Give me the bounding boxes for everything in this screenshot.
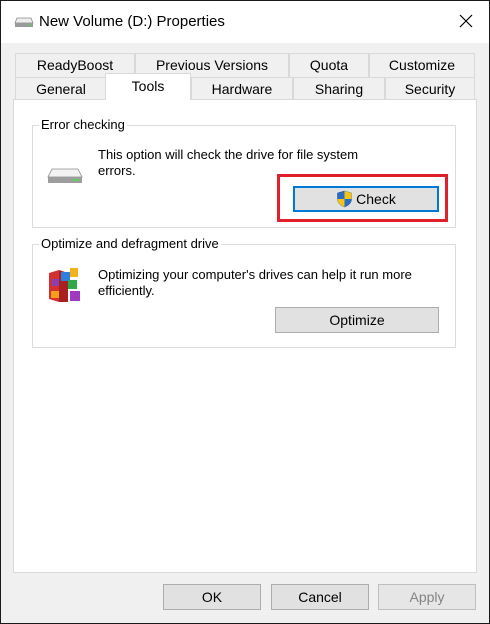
optimize-button[interactable]: Optimize: [275, 307, 439, 333]
optimize-group: Optimize and defragment drive Optimizing…: [32, 236, 456, 348]
drive-icon: [14, 15, 34, 29]
tab-security[interactable]: Security: [385, 77, 475, 99]
error-checking-description: This option will check the drive for fil…: [98, 147, 359, 178]
check-button[interactable]: Check: [293, 186, 439, 212]
check-button-label: Check: [356, 191, 396, 207]
tab-customize[interactable]: Customize: [369, 53, 475, 77]
properties-dialog: New Volume (D:) Properties ReadyBoost Pr…: [0, 0, 490, 624]
window-title: New Volume (D:) Properties: [39, 13, 225, 30]
error-checking-label: Error checking: [39, 117, 127, 132]
tab-quota[interactable]: Quota: [289, 53, 369, 77]
close-icon: [459, 14, 473, 31]
uac-shield-icon: [336, 190, 353, 208]
optimize-description: Optimizing your computer's drives can he…: [98, 267, 412, 298]
tab-sharing[interactable]: Sharing: [293, 77, 385, 99]
tab-tools[interactable]: Tools: [105, 73, 191, 100]
close-button[interactable]: [443, 1, 489, 43]
optimize-label: Optimize and defragment drive: [39, 236, 221, 251]
tab-general[interactable]: General: [15, 77, 107, 99]
title-bar[interactable]: New Volume (D:) Properties: [1, 1, 489, 43]
error-checking-group: Error checking This option will check th…: [32, 117, 456, 228]
apply-button[interactable]: Apply: [378, 584, 476, 610]
tab-hardware[interactable]: Hardware: [191, 77, 293, 99]
ok-button[interactable]: OK: [163, 584, 261, 610]
defrag-icon: [46, 265, 84, 305]
tools-panel: Error checking This option will check th…: [13, 99, 477, 573]
cancel-button[interactable]: Cancel: [271, 584, 369, 610]
drive-icon: [47, 166, 83, 186]
